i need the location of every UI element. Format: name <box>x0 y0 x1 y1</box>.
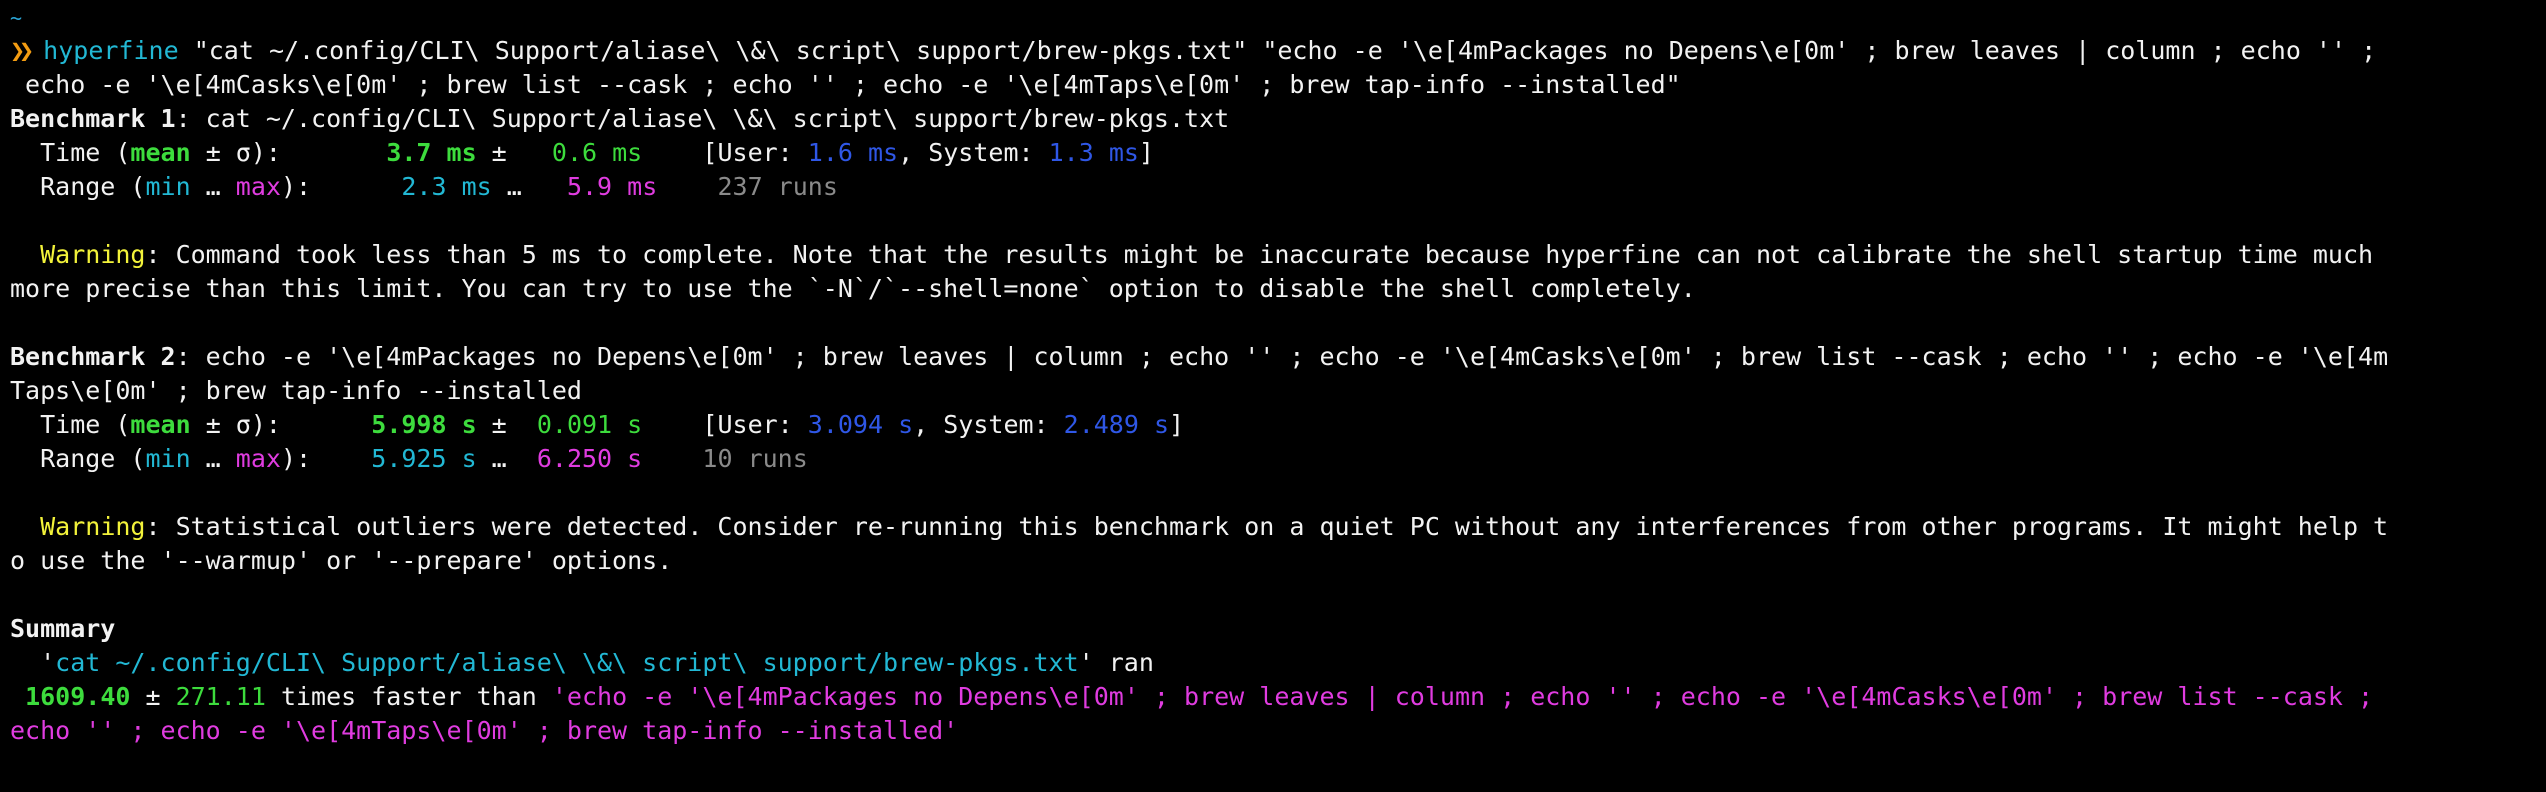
benchmark-1-heading: Benchmark 1: cat ~/.config/CLI\ Support/… <box>10 102 2546 136</box>
benchmark-1-runs: 237 runs <box>717 172 838 201</box>
warning-label: Warning <box>40 512 146 541</box>
mean-label: mean <box>130 410 191 439</box>
command-args-continued: echo -e '\e[4mCasks\e[0m' ; brew list --… <box>10 70 1681 99</box>
command-line: ❯❯ hyperfine "cat ~/.config/CLI\ Support… <box>10 34 2546 68</box>
benchmark-2-warning-line-1: Warning: Statistical outliers were detec… <box>40 512 2389 541</box>
speedup-factor: 1609.40 <box>25 682 131 711</box>
benchmark-2-range-min: 5.925 s <box>371 444 477 473</box>
cwd-line: ~ <box>10 0 2546 34</box>
benchmark-1-user-time: 1.6 ms <box>807 138 899 167</box>
benchmark-2-range-row: Range (min … max): 5.925 s … 6.250 s 10 … <box>10 444 808 473</box>
summary-slow-command-continued: echo '' ; echo -e '\e[4mTaps\e[0m' ; bre… <box>10 716 959 745</box>
benchmark-2-time-mean: 5.998 s <box>371 410 477 439</box>
max-label: max <box>235 444 281 473</box>
prompt-chevron-icon: ❯❯ <box>10 36 34 65</box>
terminal-window[interactable]: ~ ❯❯ hyperfine "cat ~/.config/CLI\ Suppo… <box>0 0 2546 792</box>
command-args: "cat ~/.config/CLI\ Support/aliase\ \&\ … <box>178 36 2377 65</box>
benchmark-2-time-sigma: 0.091 s <box>536 410 643 439</box>
benchmark-2-runs: 10 runs <box>702 444 808 473</box>
benchmark-1-time-mean: 3.7 ms <box>386 138 477 167</box>
benchmark-1-system-time: 1.3 ms <box>1048 138 1139 167</box>
benchmark-1-warning-line-2: more precise than this limit. You can tr… <box>10 274 1696 303</box>
summary-slow-command: 'echo -e '\e[4mPackages no Depens\e[0m' … <box>551 682 2374 711</box>
summary-comparison-row: 1609.40 ± 271.11 times faster than 'echo… <box>25 682 2374 711</box>
benchmark-2-range-max: 6.250 s <box>536 444 643 473</box>
benchmark-2-command-continued: Taps\e[0m' ; brew tap-info --installed <box>10 376 582 405</box>
min-label: min <box>145 444 191 473</box>
mean-label: mean <box>130 138 191 167</box>
benchmark-1-range-min: 2.3 ms <box>401 172 492 201</box>
summary-comparison-row-continued: echo '' ; echo -e '\e[4mTaps\e[0m' ; bre… <box>10 714 2546 748</box>
command-line-continued: echo -e '\e[4mCasks\e[0m' ; brew list --… <box>10 68 2546 102</box>
cwd-indicator: ~ <box>10 6 23 30</box>
benchmark-2-command: : echo -e '\e[4mPackages no Depens\e[0m'… <box>175 342 2389 371</box>
benchmark-2-heading: Benchmark 2: echo -e '\e[4mPackages no D… <box>10 340 2546 374</box>
benchmark-1-time-row: Time (mean ± σ): 3.7 ms ± 0.6 ms [User: … <box>10 138 1154 167</box>
benchmark-1-command: : cat ~/.config/CLI\ Support/aliase\ \&\… <box>175 104 1230 133</box>
summary-heading: Summary <box>10 614 116 643</box>
benchmark-1-label: Benchmark 1 <box>10 104 176 133</box>
benchmark-1-time-sigma: 0.6 ms <box>551 138 643 167</box>
speedup-error: 271.11 <box>175 682 266 711</box>
max-label: max <box>235 172 281 201</box>
benchmark-2-warning-line-2: o use the '--warmup' or '--prepare' opti… <box>10 546 673 575</box>
benchmark-2-label: Benchmark 2 <box>10 342 176 371</box>
command-name: hyperfine <box>43 36 179 65</box>
warning-label: Warning <box>40 240 146 269</box>
summary-fastest-row: 'cat ~/.config/CLI\ Support/aliase\ \&\ … <box>10 648 1154 677</box>
summary-fastest-command: cat ~/.config/CLI\ Support/aliase\ \&\ s… <box>55 648 1079 677</box>
benchmark-1-range-max: 5.9 ms <box>566 172 658 201</box>
benchmark-2-heading-continued: Taps\e[0m' ; brew tap-info --installed <box>10 374 2546 408</box>
benchmark-1-range-row: Range (min … max): 2.3 ms … 5.9 ms 237 r… <box>10 172 838 201</box>
benchmark-2-time-row: Time (mean ± σ): 5.998 s ± 0.091 s [User… <box>10 410 1185 439</box>
benchmark-1-warning-line-1: Warning: Command took less than 5 ms to … <box>40 240 2374 269</box>
benchmark-2-user-time: 3.094 s <box>807 410 914 439</box>
min-label: min <box>145 172 191 201</box>
benchmark-2-system-time: 2.489 s <box>1063 410 1170 439</box>
